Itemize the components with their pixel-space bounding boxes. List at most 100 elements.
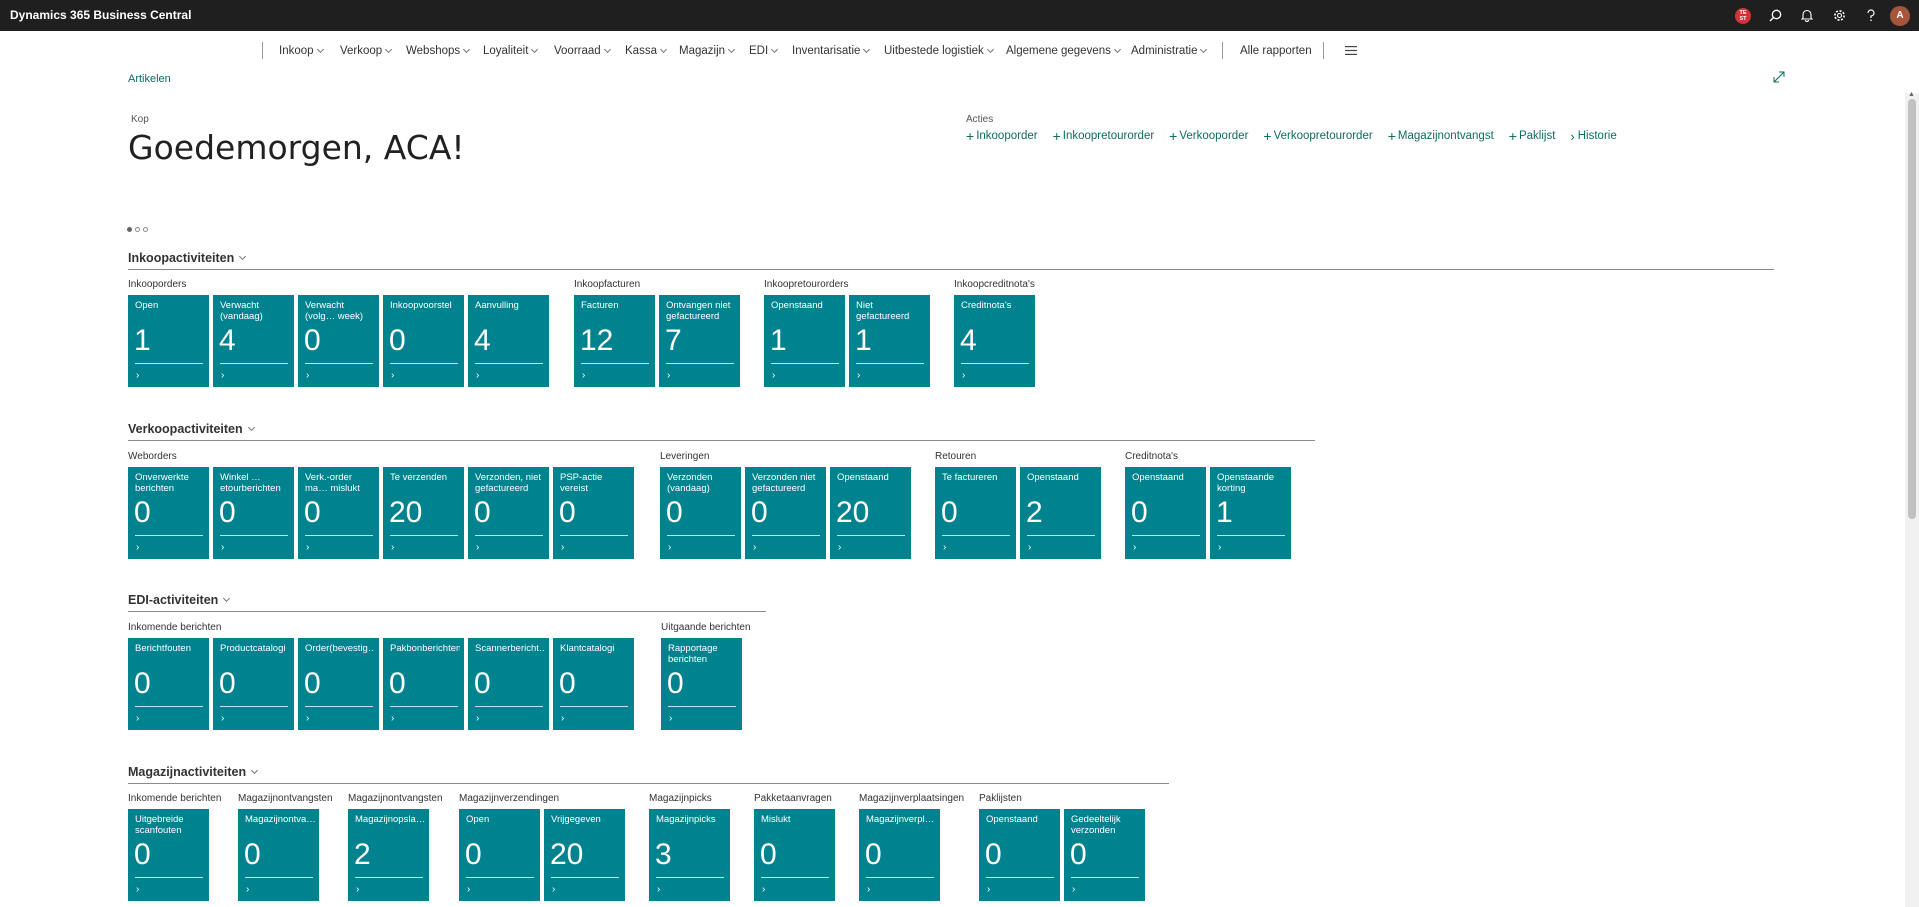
cue-tile-verwacht-vandaag[interactable]: Verwacht (vandaag) 4 › bbox=[213, 295, 294, 387]
cue-tile-order-bevestig[interactable]: Order(bevestig… 0 › bbox=[298, 638, 379, 730]
nav-item-kassa[interactable]: Kassa bbox=[625, 45, 668, 57]
cue-tile-pakbonberichten[interactable]: Pakbonberichten 0 › bbox=[383, 638, 464, 730]
cue-tile-mislukt[interactable]: Mislukt 0 › bbox=[754, 809, 835, 901]
cue-tile-verzonden-vandaag[interactable]: Verzonden (vandaag) 0 › bbox=[660, 467, 741, 559]
section-title-inkoopactiviteiten[interactable]: Inkoopactiviteiten bbox=[128, 251, 247, 265]
test-environment-badge[interactable]: TE ST bbox=[1727, 0, 1759, 31]
nav-item-administratie[interactable]: Administratie bbox=[1131, 45, 1208, 57]
action-inkoopretourorder[interactable]: + Inkoopretourorder bbox=[1053, 128, 1155, 144]
carousel-dot[interactable] bbox=[143, 227, 148, 232]
nav-item-webshops[interactable]: Webshops bbox=[406, 45, 471, 57]
breadcrumb-artikelen[interactable]: Artikelen bbox=[128, 73, 171, 85]
nav-item-algemene-gegevens[interactable]: Algemene gegevens bbox=[1006, 45, 1121, 57]
cue-tile-gedeeltelijk-verzonden[interactable]: Gedeeltelijk verzonden 0 › bbox=[1064, 809, 1145, 901]
nav-item-label: Inventarisatie bbox=[792, 45, 861, 57]
nav-item-loyaliteit[interactable]: Loyaliteit bbox=[483, 45, 539, 57]
cue-tile-ontvangen-niet-gefactureerd[interactable]: Ontvangen niet gefactureerd 7 › bbox=[659, 295, 740, 387]
cue-tile-scannerbericht[interactable]: Scannerbericht… 0 › bbox=[468, 638, 549, 730]
chevron-right-icon: › bbox=[962, 370, 966, 381]
cue-tile-magazijnpicks[interactable]: Magazijnpicks 3 › bbox=[649, 809, 730, 901]
action-paklijst[interactable]: + Paklijst bbox=[1509, 128, 1556, 144]
plus-icon: + bbox=[1169, 128, 1178, 144]
nav-item-alle-rapporten[interactable]: Alle rapporten bbox=[1240, 45, 1312, 57]
cue-tile-verwacht-volg-week[interactable]: Verwacht (volg… week) 0 › bbox=[298, 295, 379, 387]
cue-tile-value: 0 bbox=[304, 324, 321, 357]
action-verkoopretourorder[interactable]: + Verkoopretourorder bbox=[1263, 128, 1372, 144]
cue-tile-productcatalogi[interactable]: Productcatalogi 0 › bbox=[213, 638, 294, 730]
nav-item-inkoop[interactable]: Inkoop bbox=[279, 45, 324, 57]
nav-item-uitbestede-logistiek[interactable]: Uitbestede logistiek bbox=[884, 45, 994, 57]
nav-item-verkoop[interactable]: Verkoop bbox=[340, 45, 393, 57]
cue-tile-title: Magazijnopsla… bbox=[355, 815, 425, 825]
cue-tile-te-factureren[interactable]: Te factureren 0 › bbox=[935, 467, 1016, 559]
action-magazijnontvangst[interactable]: + Magazijnontvangst bbox=[1388, 128, 1494, 144]
cue-tile-openstaand[interactable]: Openstaand 1 › bbox=[764, 295, 845, 387]
cue-tile-magazijnontva[interactable]: Magazijnontva… 0 › bbox=[238, 809, 319, 901]
nav-item-magazijn[interactable]: Magazijn bbox=[679, 45, 736, 57]
app-title[interactable]: Dynamics 365 Business Central bbox=[10, 8, 191, 22]
cue-tile-te-verzenden[interactable]: Te verzenden 20 › bbox=[383, 467, 464, 559]
nav-item-edi[interactable]: EDI bbox=[749, 45, 779, 57]
gear-icon bbox=[1833, 10, 1845, 21]
chevron-right-icon: › bbox=[306, 542, 310, 553]
cue-tile-vrijgegeven[interactable]: Vrijgegeven 20 › bbox=[544, 809, 625, 901]
action-inkooporder[interactable]: + Inkooporder bbox=[966, 128, 1038, 144]
search-button[interactable] bbox=[1759, 0, 1791, 31]
cue-tile-magazijnopsla[interactable]: Magazijnopsla… 2 › bbox=[348, 809, 429, 901]
cue-tile-uitgebreide-scanfouten[interactable]: Uitgebreide scanfouten 0 › bbox=[128, 809, 209, 901]
nav-item-label: Algemene gegevens bbox=[1006, 45, 1111, 57]
section-title-edi-activiteiten[interactable]: EDI-activiteiten bbox=[128, 593, 231, 607]
cue-tile-onverwerkte-berichten[interactable]: Onverwerkte berichten 0 › bbox=[128, 467, 209, 559]
cue-tile-klantcatalogi[interactable]: Klantcatalogi 0 › bbox=[553, 638, 634, 730]
cue-tile-value: 0 bbox=[865, 838, 882, 871]
expand-button[interactable] bbox=[1773, 70, 1785, 88]
cue-tile-verzonden-niet-gefactureerd[interactable]: Verzonden niet gefactureerd 0 › bbox=[745, 467, 826, 559]
cue-group-label: Leveringen bbox=[660, 451, 710, 462]
cue-tile-divider bbox=[305, 535, 373, 536]
settings-button[interactable] bbox=[1823, 0, 1855, 31]
cue-tile-winkel-etourberichten[interactable]: Winkel …etourberichten 0 › bbox=[213, 467, 294, 559]
section-title-verkoopactiviteiten[interactable]: Verkoopactiviteiten bbox=[128, 422, 255, 436]
nav-item-voorraad[interactable]: Voorraad bbox=[554, 45, 611, 57]
cue-tile-verk-order-ma-mislukt[interactable]: Verk.-order ma… mislukt 0 › bbox=[298, 467, 379, 559]
carousel-dot[interactable] bbox=[127, 227, 132, 232]
cue-tile-openstaand[interactable]: Openstaand 0 › bbox=[979, 809, 1060, 901]
cue-tile-value: 0 bbox=[751, 496, 768, 529]
cue-tile-facturen[interactable]: Facturen 12 › bbox=[574, 295, 655, 387]
help-button[interactable] bbox=[1855, 0, 1887, 31]
cue-group-label: Magazijnontvangsten bbox=[238, 793, 333, 804]
action-historie[interactable]: › Historie bbox=[1570, 128, 1616, 144]
cue-tile-title: Openstaand bbox=[1132, 473, 1184, 483]
cue-tile-openstaand[interactable]: Openstaand 0 › bbox=[1125, 467, 1206, 559]
cue-tile-open[interactable]: Open 0 › bbox=[459, 809, 540, 901]
nav-item-inventarisatie[interactable]: Inventarisatie bbox=[792, 45, 871, 57]
cue-tile-divider bbox=[475, 535, 543, 536]
scroll-thumb[interactable] bbox=[1908, 99, 1916, 519]
notifications-button[interactable] bbox=[1791, 0, 1823, 31]
user-menu-button[interactable]: A bbox=[1887, 0, 1919, 31]
cue-group-label: Inkoopfacturen bbox=[574, 279, 641, 290]
carousel-dot[interactable] bbox=[135, 227, 140, 232]
section-title-magazijnactiviteiten[interactable]: Magazijnactiviteiten bbox=[128, 765, 259, 779]
cue-tile-divider bbox=[560, 706, 628, 707]
cue-tile-magazijnverpl[interactable]: Magazijnverpl… 0 › bbox=[859, 809, 940, 901]
cue-tile-berichtfouten[interactable]: Berichtfouten 0 › bbox=[128, 638, 209, 730]
cue-tile-creditnota-s[interactable]: Creditnota's 4 › bbox=[954, 295, 1035, 387]
cue-tile-psp-actie-vereist[interactable]: PSP-actie vereist 0 › bbox=[553, 467, 634, 559]
chevron-right-icon: › bbox=[552, 884, 556, 895]
cue-tile-rapportage-berichten[interactable]: Rapportage berichten 0 › bbox=[661, 638, 742, 730]
cue-tile-inkoopvoorstel[interactable]: Inkoopvoorstel 0 › bbox=[383, 295, 464, 387]
nav-more-button[interactable] bbox=[1345, 46, 1357, 55]
cue-tile-open[interactable]: Open 1 › bbox=[128, 295, 209, 387]
cue-tile-title: Inkoopvoorstel bbox=[390, 301, 452, 311]
cue-tile-openstaande-korting[interactable]: Openstaande korting 1 › bbox=[1210, 467, 1291, 559]
cue-tile-value: 0 bbox=[389, 324, 406, 357]
scroll-up-arrow-icon[interactable]: ▲ bbox=[1908, 91, 1915, 98]
cue-tile-aanvulling[interactable]: Aanvulling 4 › bbox=[468, 295, 549, 387]
vertical-scrollbar[interactable]: ▲ bbox=[1905, 91, 1919, 907]
action-verkooporder[interactable]: + Verkooporder bbox=[1169, 128, 1248, 144]
cue-tile-openstaand[interactable]: Openstaand 20 › bbox=[830, 467, 911, 559]
cue-tile-verzonden-niet-gefactureerd[interactable]: Verzonden, niet gefactureerd 0 › bbox=[468, 467, 549, 559]
cue-tile-openstaand[interactable]: Openstaand 2 › bbox=[1020, 467, 1101, 559]
cue-tile-niet-gefactureerd[interactable]: Niet gefactureerd 1 › bbox=[849, 295, 930, 387]
